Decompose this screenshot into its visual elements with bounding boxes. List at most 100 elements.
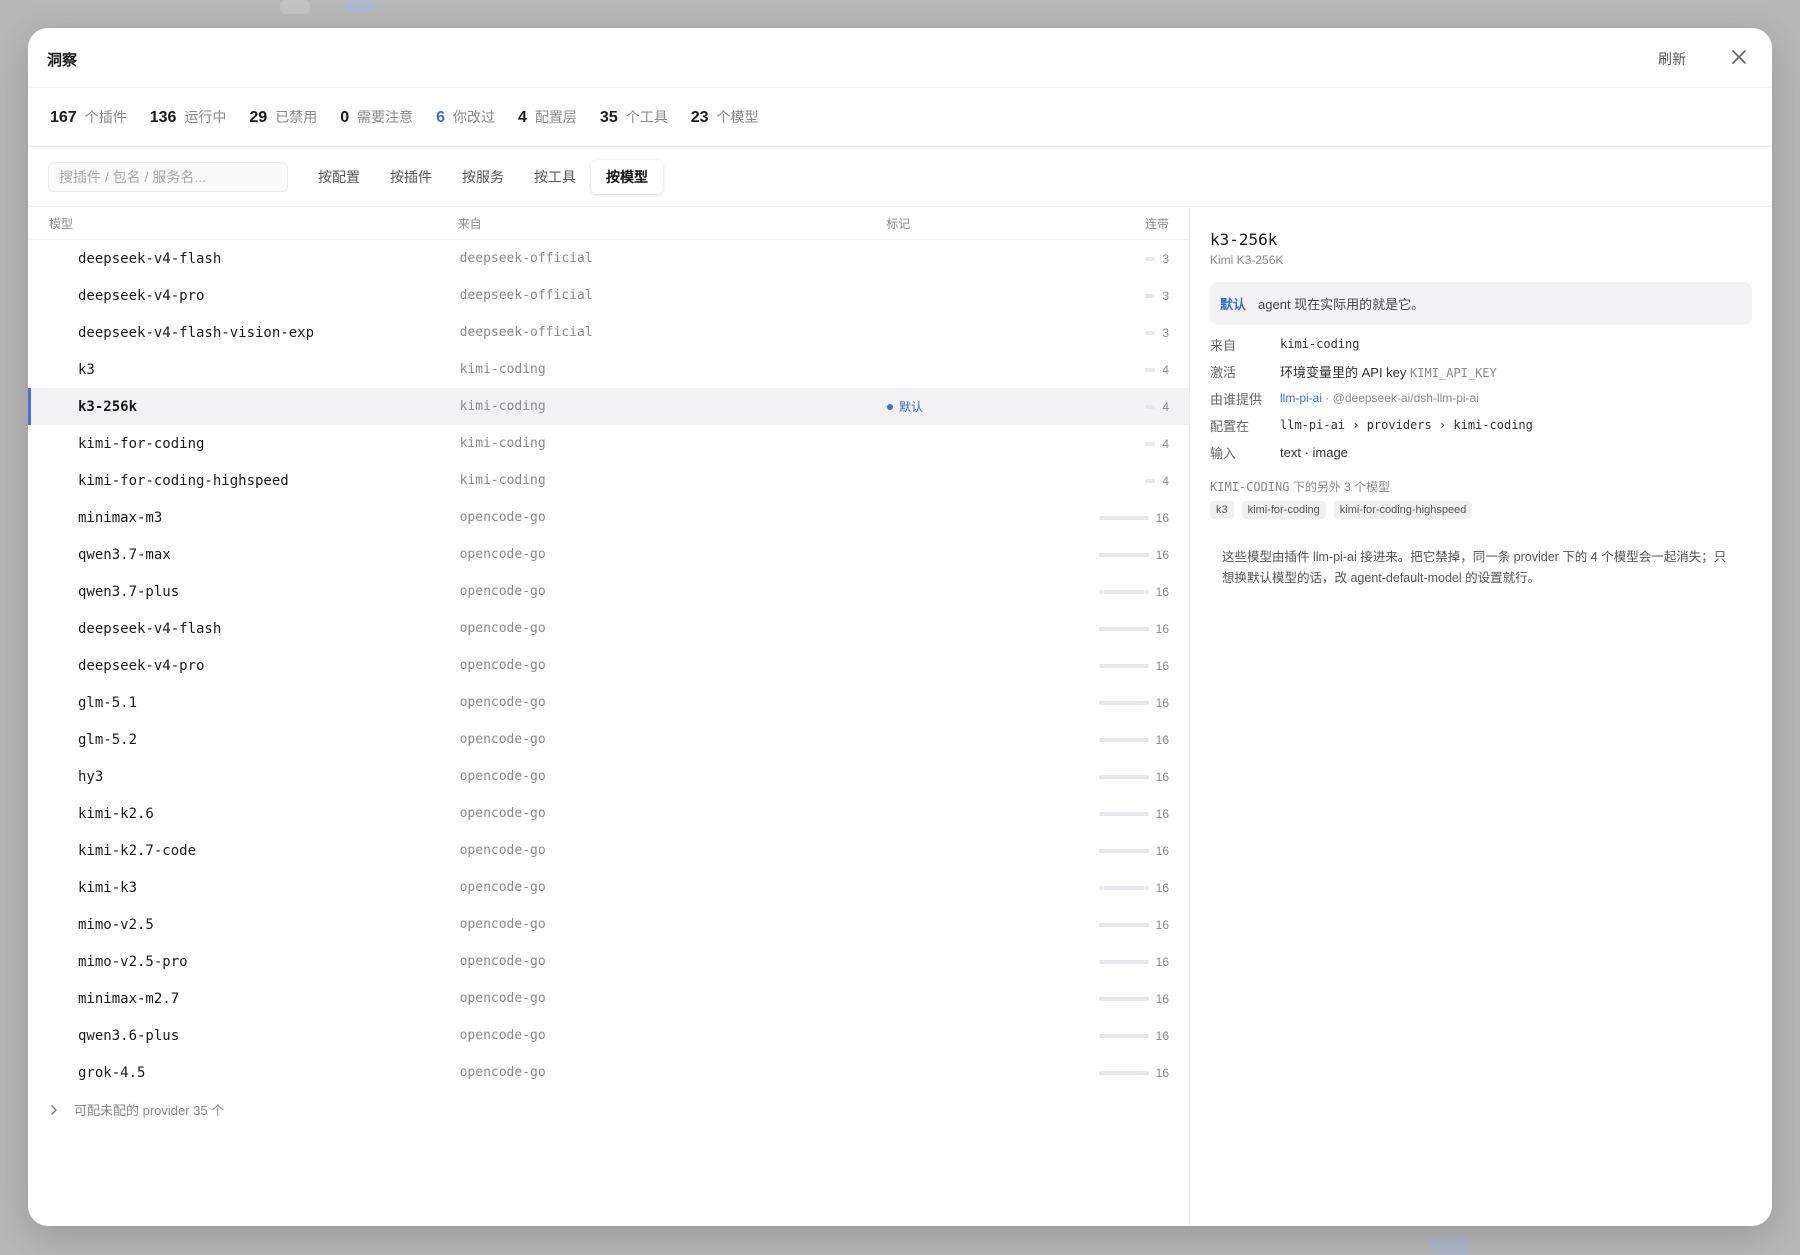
model-name: k3-256k (78, 398, 138, 415)
table-row[interactable]: deepseek-v4-flash-vision-exp deepseek-off… (28, 314, 1189, 351)
table-row[interactable]: kimi-for-coding-highspeed kimi-coding 4 (28, 462, 1189, 499)
linked-number: 3 (1162, 325, 1169, 340)
model-name: deepseek-v4-pro (78, 287, 205, 304)
linked-number: 16 (1155, 917, 1169, 932)
model-name: glm-5.1 (78, 694, 138, 711)
table-row[interactable]: glm-5.1 opencode-go 16 (28, 684, 1189, 721)
stat-label: 个模型 (716, 109, 759, 125)
linked-number: 4 (1162, 436, 1169, 451)
tab-tool[interactable]: 按工具 (519, 160, 591, 194)
model-name: kimi-k2.6 (78, 805, 154, 822)
table-row[interactable]: mimo-v2.5-pro opencode-go 16 (28, 943, 1189, 980)
model-source: kimi-coding (459, 399, 546, 414)
table-row[interactable]: minimax-m2.7 opencode-go 16 (28, 980, 1189, 1017)
default-notice: 默认 agent 现在实际用的就是它。 (1210, 282, 1752, 325)
search-input[interactable] (48, 161, 288, 192)
model-source: opencode-go (459, 991, 546, 1006)
model-name: mimo-v2.5 (78, 916, 154, 933)
column-header-model[interactable]: 模型 (28, 215, 458, 232)
table-row[interactable]: deepseek-v4-flash deepseek-official 3 (28, 240, 1189, 277)
table-row[interactable]: glm-5.2 opencode-go 16 (28, 721, 1189, 758)
model-name: grok-4.5 (78, 1064, 146, 1081)
refresh-button[interactable]: 刷新 (1658, 49, 1686, 69)
table-row[interactable]: kimi-k3 opencode-go 16 (28, 869, 1189, 906)
linked-count: 16 (1086, 955, 1189, 969)
column-header-tag[interactable]: 标记 (886, 215, 1086, 232)
model-source: opencode-go (459, 1065, 546, 1080)
backdrop-hint (280, 0, 310, 14)
model-source: deepseek-official (459, 251, 593, 266)
table-row[interactable]: k3 kimi-coding 4 (28, 351, 1189, 388)
linked-bar (1098, 922, 1149, 927)
field-label: 由谁提供 (1210, 391, 1263, 407)
field-label: 配置在 (1210, 418, 1250, 434)
table-row[interactable]: deepseek-v4-pro deepseek-official 3 (28, 277, 1189, 314)
table-row[interactable]: deepseek-v4-pro opencode-go 16 (28, 647, 1189, 684)
linked-count: 16 (1086, 881, 1189, 895)
table-row[interactable]: qwen3.7-max opencode-go 16 (28, 536, 1189, 573)
field-value: llm-pi-ai › providers › kimi-coding (1280, 418, 1533, 432)
stat-item: 23 个模型 (691, 107, 759, 127)
model-name: kimi-for-coding-highspeed (78, 472, 289, 489)
table-header: 模型 来自 标记 连带 (28, 208, 1189, 240)
table-row[interactable]: hy3 opencode-go 16 (28, 758, 1189, 795)
linked-number: 16 (1155, 991, 1169, 1006)
table-row[interactable]: grok-4.5 opencode-go 16 (28, 1054, 1189, 1091)
tab-config[interactable]: 按配置 (303, 160, 375, 194)
linked-number: 16 (1155, 695, 1169, 710)
model-name: qwen3.6-plus (78, 1027, 180, 1044)
linked-count: 4 (1086, 400, 1189, 414)
linked-number: 16 (1155, 1065, 1169, 1080)
tab-plugin[interactable]: 按插件 (375, 160, 447, 194)
tab-model[interactable]: 按模型 (591, 159, 663, 194)
sibling-model-chip[interactable]: k3 (1210, 501, 1234, 519)
linked-count: 16 (1086, 585, 1189, 599)
table-row[interactable]: kimi-k2.7-code opencode-go 16 (28, 832, 1189, 869)
table-row[interactable]: mimo-v2.5 opencode-go 16 (28, 906, 1189, 943)
column-header-source[interactable]: 来自 (458, 215, 887, 232)
table-row[interactable]: k3-256k kimi-coding 默认 4 (28, 388, 1189, 425)
sibling-chips: k3 kimi-for-coding kimi-for-coding-highspe… (1210, 501, 1752, 519)
model-source: kimi-coding (459, 362, 546, 377)
linked-bar (1098, 885, 1149, 890)
stat-label: 你改过 (453, 109, 496, 125)
table-row[interactable]: qwen3.6-plus opencode-go 16 (28, 1017, 1189, 1054)
close-icon[interactable] (1728, 46, 1750, 68)
linked-number: 16 (1155, 658, 1169, 673)
linked-bar (1098, 552, 1149, 557)
provider-plugin-link[interactable]: llm-pi-ai (1280, 391, 1322, 405)
table-row[interactable]: qwen3.7-plus opencode-go 16 (28, 573, 1189, 610)
field-value: llm-pi-ai · @deepseek-ai/dsh-llm-pi-ai (1280, 391, 1479, 405)
linked-count: 3 (1086, 326, 1189, 340)
table-row[interactable]: kimi-for-coding kimi-coding 4 (28, 425, 1189, 462)
tab-service[interactable]: 按服务 (447, 160, 519, 194)
linked-number: 3 (1162, 251, 1169, 266)
linked-number: 16 (1155, 510, 1169, 525)
model-name: hy3 (78, 768, 104, 785)
linked-bar (1098, 1033, 1149, 1038)
table-row[interactable]: minimax-m3 opencode-go 16 (28, 499, 1189, 536)
model-name: kimi-k2.7-code (78, 842, 197, 859)
stat-item: 29 已禁用 (249, 107, 317, 127)
field-activate: 激活 环境变量里的 API key KIMI_API_KEY (1210, 363, 1752, 380)
model-name: kimi-for-coding (78, 435, 205, 452)
model-name: glm-5.2 (78, 731, 138, 748)
stat-label: 运行中 (184, 109, 227, 125)
model-name: mimo-v2.5-pro (78, 953, 188, 970)
model-source: kimi-coding (459, 473, 546, 488)
table-row[interactable]: deepseek-v4-flash opencode-go 16 (28, 610, 1189, 647)
linked-bar (1145, 441, 1156, 446)
detail-title: k3-256k (1210, 230, 1278, 249)
stat-item: 4 配置层 (518, 107, 577, 127)
sibling-model-chip[interactable]: kimi-for-coding-highspeed (1333, 501, 1473, 519)
linked-bar (1098, 589, 1149, 594)
column-header-linked[interactable]: 连带 (1086, 215, 1189, 232)
linked-bar (1145, 330, 1156, 335)
linked-bar (1098, 737, 1149, 742)
unconfigured-providers-expander[interactable]: 可配未配的 provider 35 个 (28, 1091, 1189, 1128)
field-label: 来自 (1210, 337, 1237, 353)
detail-note: 这些模型由插件 llm-pi-ai 接进来。把它禁掉，同一条 provider … (1222, 550, 1727, 585)
table-row[interactable]: kimi-k2.6 opencode-go 16 (28, 795, 1189, 832)
sibling-model-chip[interactable]: kimi-for-coding (1241, 501, 1326, 519)
backdrop-hint (1430, 1238, 1470, 1255)
